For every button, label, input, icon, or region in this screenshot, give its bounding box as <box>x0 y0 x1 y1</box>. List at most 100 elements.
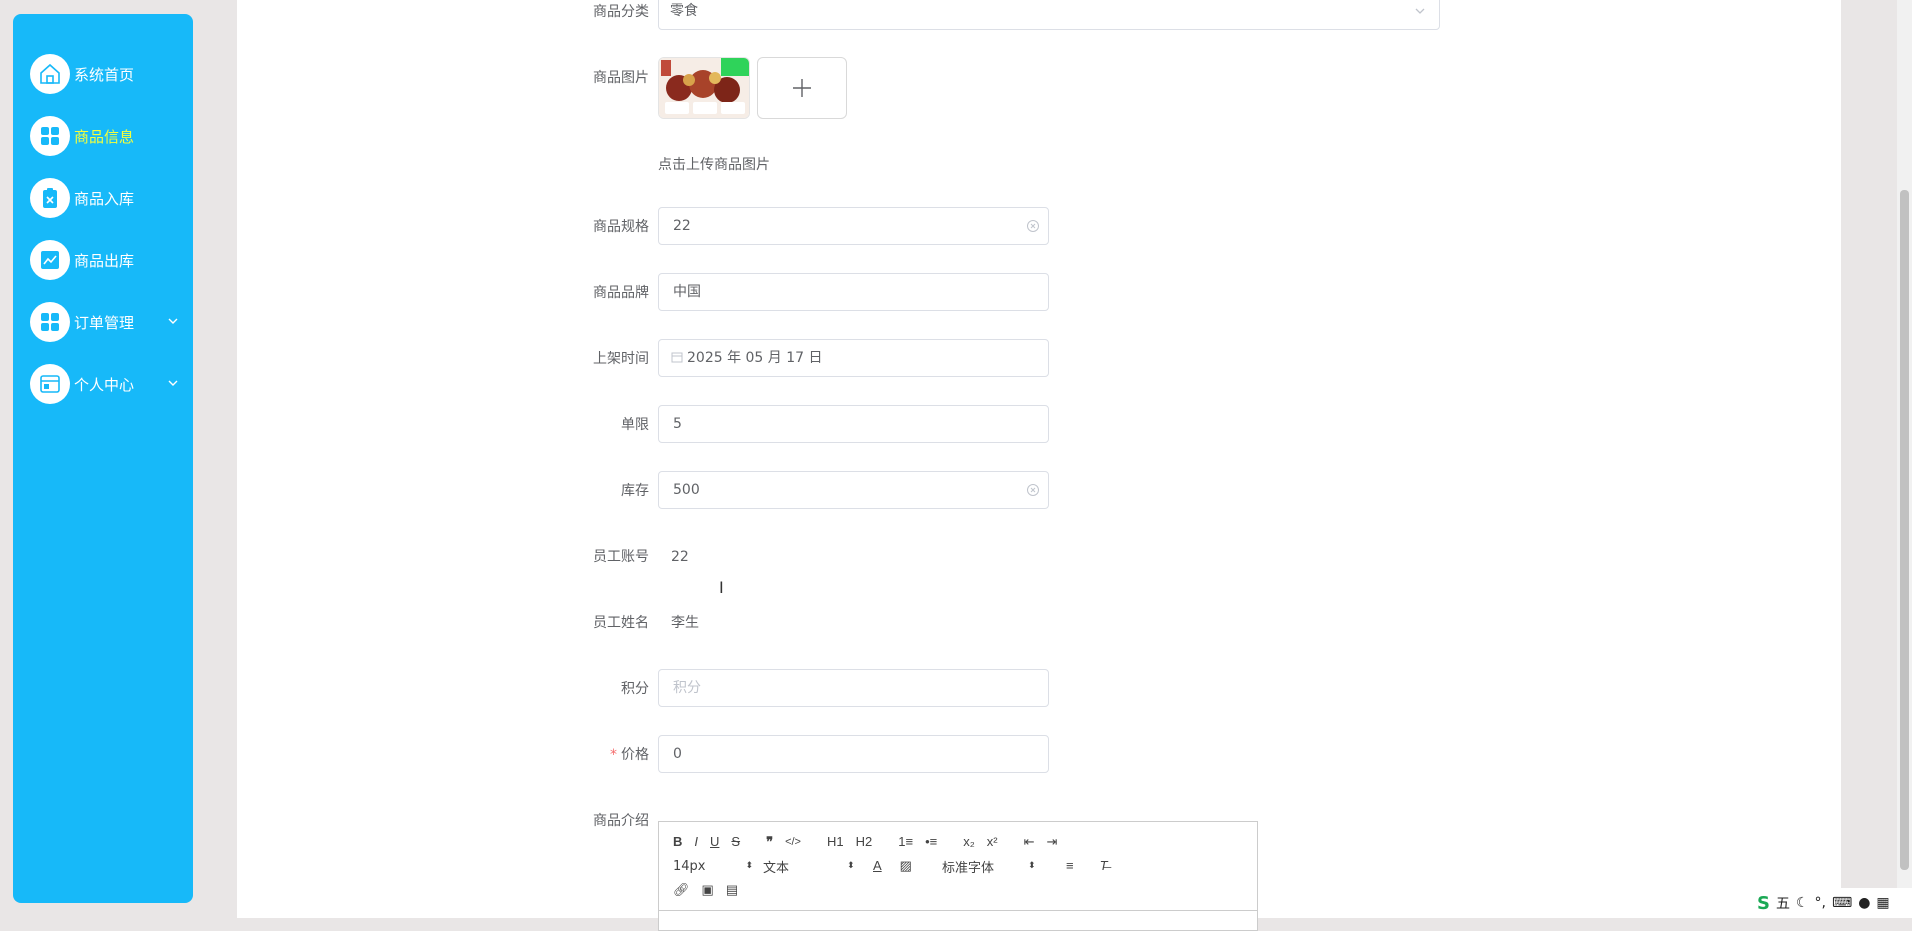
intro-label: 商品介绍 <box>593 813 649 829</box>
stock-label: 库存 <box>621 483 649 499</box>
home-icon <box>30 54 70 94</box>
user-icon: ● <box>1858 895 1871 911</box>
keyboard-icon: ⌨ <box>1831 895 1853 911</box>
price-label-text: 价格 <box>621 747 649 763</box>
clipboard-icon <box>30 178 70 218</box>
category-select[interactable]: 零食 <box>658 0 1440 30</box>
heading-2-button[interactable]: H2 <box>856 832 873 852</box>
shelf-time-value: 2025 年 05 月 17 日 <box>687 350 823 366</box>
image-upload-hint: 点击上传商品图片 <box>658 157 770 173</box>
moon-icon: ☾ <box>1795 895 1809 911</box>
heading-1-button[interactable]: H1 <box>827 832 844 852</box>
font-family-select[interactable]: 标准字体 ⬍ <box>942 857 1066 876</box>
points-placeholder: 积分 <box>673 680 701 696</box>
chevron-down-icon <box>168 318 178 324</box>
video-icon[interactable]: ▤ <box>726 880 738 900</box>
plus-icon <box>793 79 811 97</box>
staff-name-value: 李生 <box>671 615 699 631</box>
spec-input[interactable]: 22 <box>658 207 1049 245</box>
sidebar-item-label: 订单管理 <box>74 313 135 332</box>
ime-toolbar[interactable]: S 五 ☾ °, ⌨ ● ▦ <box>1753 888 1912 918</box>
clear-icon[interactable] <box>1026 483 1040 497</box>
header-select[interactable]: 文本 ⬍ <box>763 857 873 876</box>
text-color-icon[interactable]: A <box>873 856 882 876</box>
header-select-value: 文本 <box>763 860 790 876</box>
indent-button[interactable]: ⇥ <box>1047 832 1058 852</box>
category-value: 零食 <box>670 3 698 19</box>
ime-mode-label: 五 <box>1775 896 1790 912</box>
blockquote-button[interactable]: ❞ <box>766 832 773 852</box>
sidebar-item-home[interactable]: 系统首页 <box>30 53 180 95</box>
apps-icon: ▦ <box>1876 895 1890 911</box>
price-input[interactable]: 0 <box>658 735 1049 773</box>
select-arrows-icon: ⬍ <box>1027 861 1036 871</box>
points-input[interactable]: 积分 <box>658 669 1049 707</box>
brand-value: 中国 <box>673 284 701 300</box>
sidebar-item-stock-in[interactable]: 商品入库 <box>30 177 180 219</box>
main-panel <box>237 0 1841 918</box>
link-icon[interactable]: 🔗︎ <box>673 880 690 900</box>
outdent-button[interactable]: ⇤ <box>1024 832 1035 852</box>
code-block-button[interactable]: </> <box>785 832 801 852</box>
image-label: 商品图片 <box>593 70 649 86</box>
calendar-icon <box>671 352 683 363</box>
sidebar-item-profile[interactable]: 个人中心 <box>30 363 180 405</box>
editor-divider <box>659 910 1257 911</box>
rich-text-editor[interactable]: B I U S ❞ </> H1 H2 1≡ •≡ x₂ x² ⇤ ⇥ 14px… <box>658 821 1258 931</box>
align-left-icon[interactable]: ≡ <box>1066 856 1074 876</box>
image-icon[interactable]: ▣ <box>702 880 714 900</box>
italic-button[interactable]: I <box>694 832 698 852</box>
staff-name-label: 员工姓名 <box>593 615 649 631</box>
sidebar-item-orders[interactable]: 订单管理 <box>30 301 180 343</box>
limit-value: 5 <box>673 416 682 432</box>
editor-toolbar-row-2: 14px ⬍ 文本 ⬍ A ▨ 标准字体 ⬍ ≡ T̶ <box>673 856 1120 876</box>
staff-account-value: 22 <box>671 549 689 565</box>
sidebar-item-stock-out[interactable]: 商品出库 <box>30 239 180 281</box>
price-label: * 价格 <box>549 745 649 765</box>
limit-label: 单限 <box>621 417 649 433</box>
select-arrows-icon: ⬍ <box>847 861 855 871</box>
required-mark: * <box>610 747 617 763</box>
bold-button[interactable]: B <box>673 832 682 852</box>
ordered-list-button[interactable]: 1≡ <box>898 832 913 852</box>
grid-icon <box>30 302 70 342</box>
chart-icon <box>30 240 70 280</box>
bullet-list-button[interactable]: •≡ <box>925 832 937 852</box>
price-value: 0 <box>673 746 682 762</box>
font-size-select[interactable]: 14px ⬍ <box>673 859 763 874</box>
sidebar-item-label: 个人中心 <box>74 375 135 394</box>
punctuation-icon: °, <box>1814 895 1826 911</box>
image-upload-button[interactable] <box>757 57 847 119</box>
points-label: 积分 <box>621 681 649 697</box>
font-size-value: 14px <box>673 858 706 874</box>
product-image-thumbnail[interactable] <box>658 57 750 119</box>
sidebar-item-label: 系统首页 <box>74 65 135 84</box>
sidebar-item-label: 商品信息 <box>74 127 135 146</box>
spec-label: 商品规格 <box>593 219 649 235</box>
sidebar: 系统首页 商品信息 商品入库 商品出库 订单管理 个人中心 <box>13 14 193 903</box>
subscript-button[interactable]: x₂ <box>963 832 975 852</box>
underline-button[interactable]: U <box>710 832 719 852</box>
shelf-time-picker[interactable]: 2025 年 05 月 17 日 <box>658 339 1049 377</box>
ime-logo-icon: S <box>1757 892 1770 914</box>
spec-value: 22 <box>673 218 691 234</box>
brand-input[interactable]: 中国 <box>658 273 1049 311</box>
brand-label: 商品品牌 <box>593 285 649 301</box>
editor-toolbar-row-1: B I U S ❞ </> H1 H2 1≡ •≡ x₂ x² ⇤ ⇥ <box>673 832 1069 852</box>
chevron-down-icon <box>168 380 178 386</box>
font-family-value: 标准字体 <box>941 860 994 876</box>
text-cursor-icon: I <box>719 578 724 597</box>
chevron-down-icon <box>1415 8 1425 14</box>
scrollbar-thumb[interactable] <box>1900 190 1909 870</box>
clear-format-icon[interactable]: T̶ <box>1100 856 1108 876</box>
background-color-icon[interactable]: ▨ <box>900 856 912 876</box>
strike-button[interactable]: S <box>731 832 740 852</box>
editor-toolbar-row-3: 🔗︎ ▣ ▤ <box>673 880 750 900</box>
sidebar-item-products[interactable]: 商品信息 <box>30 115 180 157</box>
limit-input[interactable]: 5 <box>658 405 1049 443</box>
clear-icon[interactable] <box>1026 219 1040 233</box>
superscript-button[interactable]: x² <box>987 832 998 852</box>
stock-input[interactable]: 500 <box>658 471 1049 509</box>
card-icon <box>30 364 70 404</box>
stock-value: 500 <box>673 482 700 498</box>
